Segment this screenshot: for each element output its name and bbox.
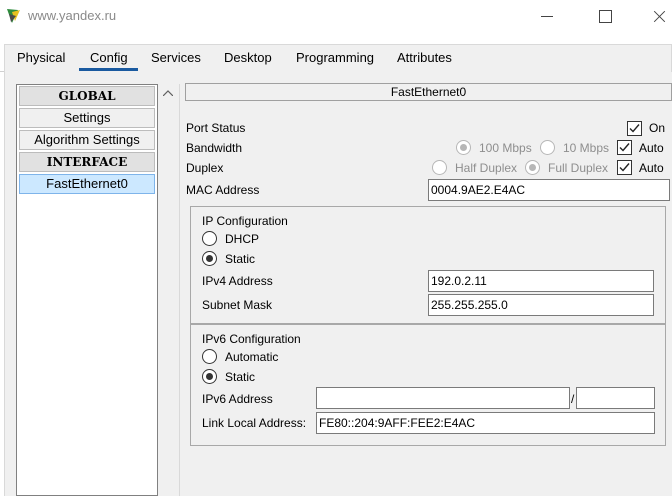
panel-title: FastEthernet0 — [390, 85, 467, 99]
bandwidth-100-label: 100 Mbps — [479, 141, 532, 155]
ipv6-automatic-radio[interactable] — [202, 349, 217, 364]
bandwidth-10-radio[interactable] — [540, 140, 555, 155]
duplex-label: Duplex — [186, 161, 224, 175]
sidebar-item-algorithm-settings[interactable]: Algorithm Settings — [19, 130, 155, 150]
checkmark-icon — [619, 163, 630, 172]
tab-config[interactable]: Config — [90, 50, 128, 65]
tab-physical[interactable]: Physical — [17, 50, 65, 65]
minimize-button[interactable] — [532, 4, 562, 28]
tab-desktop[interactable]: Desktop — [224, 50, 272, 65]
ipv4-dhcp-label: DHCP — [225, 232, 260, 246]
tab-services[interactable]: Services — [151, 50, 201, 65]
ipv4-address-field[interactable]: 192.0.2.11 — [428, 270, 654, 292]
app-icon — [7, 9, 20, 23]
ipv6-automatic-label: Automatic — [225, 350, 279, 364]
duplex-half-label: Half Duplex — [455, 161, 518, 175]
ipv6-prefix-separator: / — [571, 392, 575, 406]
tab-programming[interactable]: Programming — [296, 50, 374, 65]
ipv4-config-title: IP Configuration — [202, 214, 288, 228]
title-bar: www.yandex.ru — [0, 0, 672, 32]
duplex-auto-label: Auto — [639, 161, 664, 175]
config-sidebar: GLOBAL Settings Algorithm Settings INTER… — [16, 84, 158, 496]
sidebar-header-interface: INTERFACE — [19, 152, 155, 172]
bandwidth-100-radio[interactable] — [456, 140, 471, 155]
mac-address-label: MAC Address — [186, 183, 260, 197]
ipv4-address-label: IPv4 Address — [202, 274, 273, 288]
ipv4-static-radio[interactable] — [202, 251, 217, 266]
active-tab-indicator — [79, 68, 138, 71]
link-local-address-label: Link Local Address: — [202, 416, 307, 430]
ipv6-config-title: IPv6 Configuration — [202, 332, 301, 346]
subnet-mask-label: Subnet Mask — [202, 298, 273, 312]
port-status-checkbox[interactable] — [627, 121, 642, 136]
tab-attributes[interactable]: Attributes — [397, 50, 452, 65]
sidebar-item-fastethernet0[interactable]: FastEthernet0 — [19, 174, 155, 194]
sidebar-item-settings[interactable]: Settings — [19, 108, 155, 128]
port-status-on-label: On — [649, 121, 666, 135]
bandwidth-10-label: 10 Mbps — [563, 141, 610, 155]
bandwidth-auto-label: Auto — [639, 141, 664, 155]
ipv6-static-label: Static — [225, 370, 256, 384]
mac-address-field[interactable]: 0004.9AE2.E4AC — [428, 179, 670, 201]
bandwidth-label: Bandwidth — [186, 141, 243, 155]
duplex-full-label: Full Duplex — [548, 161, 609, 175]
port-status-label: Port Status — [186, 121, 246, 135]
ipv4-static-label: Static — [225, 252, 256, 266]
link-local-address-field[interactable]: FE80::204:9AFF:FEE2:E4AC — [316, 412, 655, 434]
ipv6-address-label: IPv6 Address — [202, 392, 273, 406]
maximize-button[interactable] — [590, 4, 620, 28]
checkmark-icon — [619, 143, 630, 152]
ipv6-address-field[interactable] — [316, 387, 570, 409]
close-button[interactable] — [648, 4, 672, 28]
sidebar-header-global: GLOBAL — [19, 86, 155, 106]
subnet-mask-field[interactable]: 255.255.255.0 — [428, 294, 654, 316]
sidebar-scrollbar[interactable] — [158, 84, 180, 496]
checkmark-icon — [629, 124, 640, 133]
duplex-half-radio[interactable] — [432, 160, 447, 175]
chevron-up-icon[interactable] — [163, 90, 173, 96]
ipv6-prefix-length-field[interactable] — [576, 387, 655, 409]
ipv4-dhcp-radio[interactable] — [202, 231, 217, 246]
tab-bar: Physical Config Services Desktop Program… — [0, 36, 672, 72]
duplex-full-radio[interactable] — [525, 160, 540, 175]
panel-header: FastEthernet0 — [185, 83, 672, 101]
bandwidth-auto-checkbox[interactable] — [617, 140, 632, 155]
duplex-auto-checkbox[interactable] — [617, 160, 632, 175]
window-title: www.yandex.ru — [28, 8, 117, 23]
ipv6-static-radio[interactable] — [202, 369, 217, 384]
